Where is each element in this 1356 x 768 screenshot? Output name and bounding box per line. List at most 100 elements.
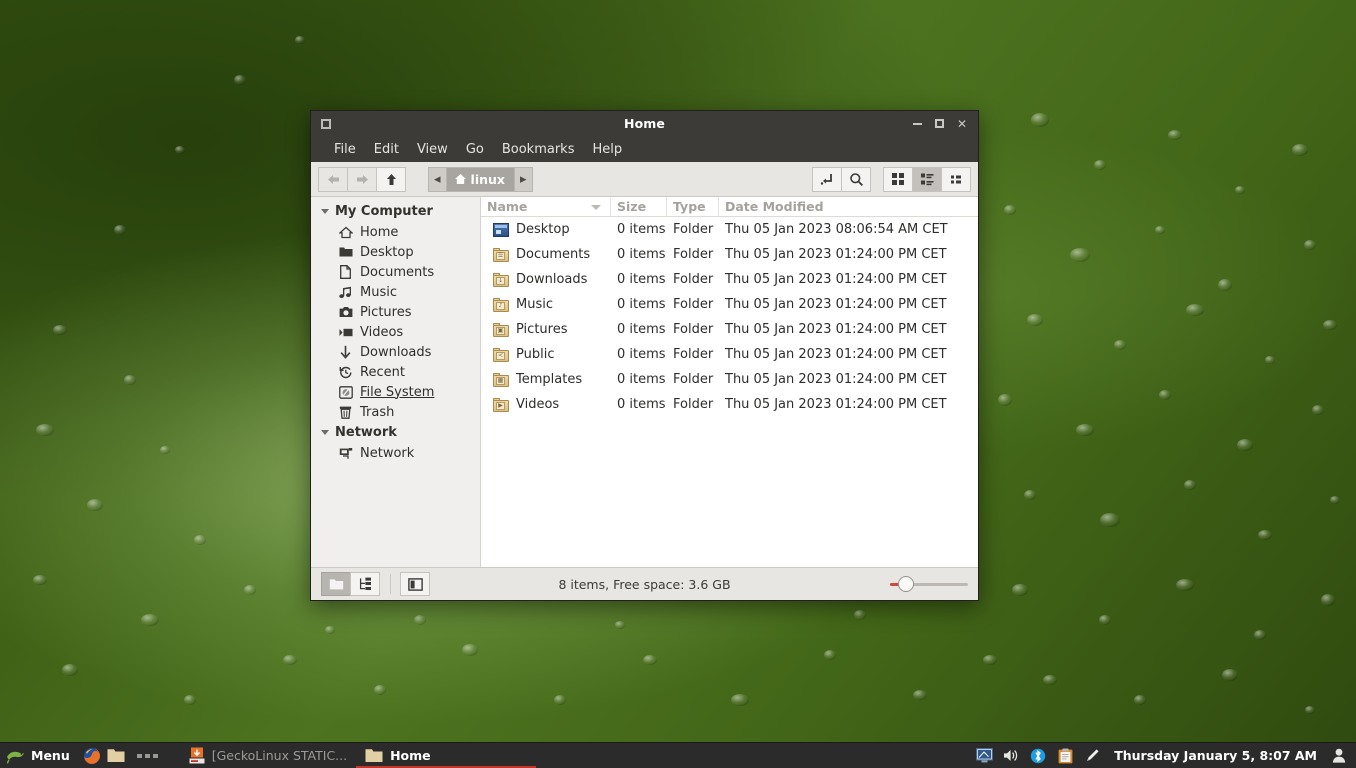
column-header-type[interactable]: Type bbox=[667, 197, 719, 216]
taskbar-clock[interactable]: Thursday January 5, 8:07 AM bbox=[1110, 748, 1321, 763]
cell-type: Folder bbox=[673, 272, 714, 287]
start-menu-button[interactable]: Menu bbox=[0, 743, 80, 768]
sidebar-item-desktop[interactable]: Desktop bbox=[311, 242, 480, 262]
search-button[interactable] bbox=[841, 166, 871, 192]
file-manager-window[interactable]: Home ✕ File Edit View Go Bookmarks Help bbox=[310, 110, 979, 601]
table-row[interactable]: ☰ Documents 0 items Folder Thu 05 Jan 20… bbox=[481, 242, 978, 267]
clipboard-icon[interactable] bbox=[1056, 747, 1074, 765]
firefox-launcher[interactable] bbox=[80, 743, 104, 768]
column-header-name[interactable]: Name bbox=[481, 197, 611, 216]
file-list-pane[interactable]: Name Size Type Date Modified Desktop 0 i… bbox=[481, 197, 978, 567]
system-tray: Thursday January 5, 8:07 AM bbox=[975, 747, 1356, 765]
chevron-down-icon[interactable] bbox=[321, 209, 329, 214]
sidebar-item-music[interactable]: Music bbox=[311, 282, 480, 302]
sidebar-item-file-system[interactable]: File System bbox=[311, 382, 480, 402]
up-button[interactable] bbox=[376, 166, 406, 192]
toggle-sidebar-button[interactable] bbox=[400, 572, 430, 596]
chevron-down-icon[interactable] bbox=[321, 430, 329, 435]
taskbar-window-label: [GeckoLinux STATIC... bbox=[211, 748, 348, 763]
path-scroll-left[interactable]: ◂ bbox=[429, 167, 447, 191]
path-scroll-right[interactable]: ▸ bbox=[514, 167, 532, 191]
menu-go[interactable]: Go bbox=[457, 140, 493, 159]
sidebar-item-downloads[interactable]: Downloads bbox=[311, 342, 480, 362]
network-icon bbox=[338, 446, 353, 461]
column-header-size[interactable]: Size bbox=[611, 197, 667, 216]
sidebar-group-network[interactable]: Network bbox=[311, 422, 480, 443]
filemanager-launcher[interactable] bbox=[104, 743, 128, 768]
tree-view-button[interactable] bbox=[350, 572, 380, 596]
cell-name: Desktop bbox=[481, 222, 611, 237]
sidebar-item-pictures[interactable]: Pictures bbox=[311, 302, 480, 322]
open-location-button[interactable] bbox=[812, 166, 842, 192]
cell-date: Thu 05 Jan 2023 01:24:00 PM CET bbox=[725, 372, 947, 387]
list-view-button[interactable] bbox=[912, 166, 942, 192]
taskbar-window-home[interactable]: Home bbox=[356, 743, 537, 768]
show-desktop-button[interactable] bbox=[128, 743, 170, 768]
sidebar-item-recent[interactable]: Recent bbox=[311, 362, 480, 382]
menu-view[interactable]: View bbox=[408, 140, 457, 159]
sidebar-item-label: Downloads bbox=[360, 344, 432, 360]
sidebar-item-home[interactable]: Home bbox=[311, 222, 480, 242]
gecko-logo-icon bbox=[6, 751, 24, 763]
statusbar-separator bbox=[390, 574, 391, 594]
menu-bookmarks[interactable]: Bookmarks bbox=[493, 140, 584, 159]
pencil-icon[interactable] bbox=[1083, 747, 1101, 765]
table-row[interactable]: ▦ Templates 0 items Folder Thu 05 Jan 20… bbox=[481, 367, 978, 392]
home-icon bbox=[454, 174, 466, 184]
sidebar[interactable]: My Computer Home Desktop Documents Music… bbox=[311, 197, 481, 567]
folder-icon bbox=[107, 749, 125, 762]
slider-handle[interactable] bbox=[898, 576, 914, 592]
minimize-button[interactable] bbox=[912, 122, 922, 125]
sort-descending-icon bbox=[591, 204, 601, 210]
menu-edit[interactable]: Edit bbox=[365, 140, 408, 159]
cell-size: 0 items bbox=[617, 222, 666, 237]
forward-button[interactable] bbox=[347, 166, 377, 192]
volume-icon[interactable] bbox=[1002, 747, 1020, 765]
bluetooth-icon[interactable] bbox=[1029, 747, 1047, 765]
menu-file[interactable]: File bbox=[325, 140, 365, 159]
window-titlebar[interactable]: Home ✕ bbox=[311, 111, 978, 136]
navigation-buttons bbox=[318, 166, 406, 192]
sidebar-item-documents[interactable]: Documents bbox=[311, 262, 480, 282]
table-row[interactable]: ▣ Pictures 0 items Folder Thu 05 Jan 202… bbox=[481, 317, 978, 342]
back-button[interactable] bbox=[318, 166, 348, 192]
breadcrumb-linux[interactable]: linux bbox=[446, 167, 515, 191]
sidebar-item-videos[interactable]: Videos bbox=[311, 322, 480, 342]
close-button[interactable]: ✕ bbox=[957, 118, 967, 130]
sidebar-group-label: Network bbox=[335, 425, 397, 440]
column-header-date-modified[interactable]: Date Modified bbox=[719, 197, 978, 216]
zoom-slider[interactable] bbox=[890, 574, 968, 594]
table-row[interactable]: ▶ Videos 0 items Folder Thu 05 Jan 2023 … bbox=[481, 392, 978, 417]
cell-size: 0 items bbox=[617, 272, 666, 287]
compact-view-button[interactable] bbox=[941, 166, 971, 192]
sidebar-item-network[interactable]: Network bbox=[311, 443, 480, 463]
cell-name: ☰ Documents bbox=[481, 247, 611, 262]
table-row[interactable]: ≺ Public 0 items Folder Thu 05 Jan 2023 … bbox=[481, 342, 978, 367]
places-view-button[interactable] bbox=[321, 572, 351, 596]
maximize-button[interactable] bbox=[934, 119, 944, 128]
sidebar-group-my-computer[interactable]: My Computer bbox=[311, 201, 480, 222]
taskbar-window-geckolinux[interactable]: [GeckoLinux STATIC... bbox=[180, 743, 356, 768]
user-icon[interactable] bbox=[1330, 747, 1348, 765]
table-row[interactable]: Desktop 0 items Folder Thu 05 Jan 2023 0… bbox=[481, 217, 978, 242]
window-controls: ✕ bbox=[912, 118, 978, 130]
sidebar-item-trash[interactable]: Trash bbox=[311, 402, 480, 422]
file-name: Pictures bbox=[516, 322, 568, 337]
menu-help[interactable]: Help bbox=[583, 140, 631, 159]
cell-type: Folder bbox=[673, 222, 714, 237]
desktop-icon bbox=[493, 222, 509, 237]
folder-pictures-icon: ▣ bbox=[493, 322, 509, 337]
icon-view-button[interactable] bbox=[883, 166, 913, 192]
display-settings-icon[interactable] bbox=[975, 747, 993, 765]
column-label: Date Modified bbox=[725, 199, 824, 214]
sidebar-item-label: Pictures bbox=[360, 304, 412, 320]
table-row[interactable]: ♪ Music 0 items Folder Thu 05 Jan 2023 0… bbox=[481, 292, 978, 317]
taskbar-window-label: Home bbox=[390, 748, 431, 763]
taskbar: Menu [GeckoLinux STATIC... Home Thursday… bbox=[0, 742, 1356, 768]
trash-icon bbox=[338, 405, 353, 420]
sidebar-item-label: Desktop bbox=[360, 244, 414, 260]
sidebar-item-label: Music bbox=[360, 284, 397, 300]
cell-date: Thu 05 Jan 2023 01:24:00 PM CET bbox=[725, 272, 947, 287]
file-name: Downloads bbox=[516, 272, 588, 287]
table-row[interactable]: ↓ Downloads 0 items Folder Thu 05 Jan 20… bbox=[481, 267, 978, 292]
